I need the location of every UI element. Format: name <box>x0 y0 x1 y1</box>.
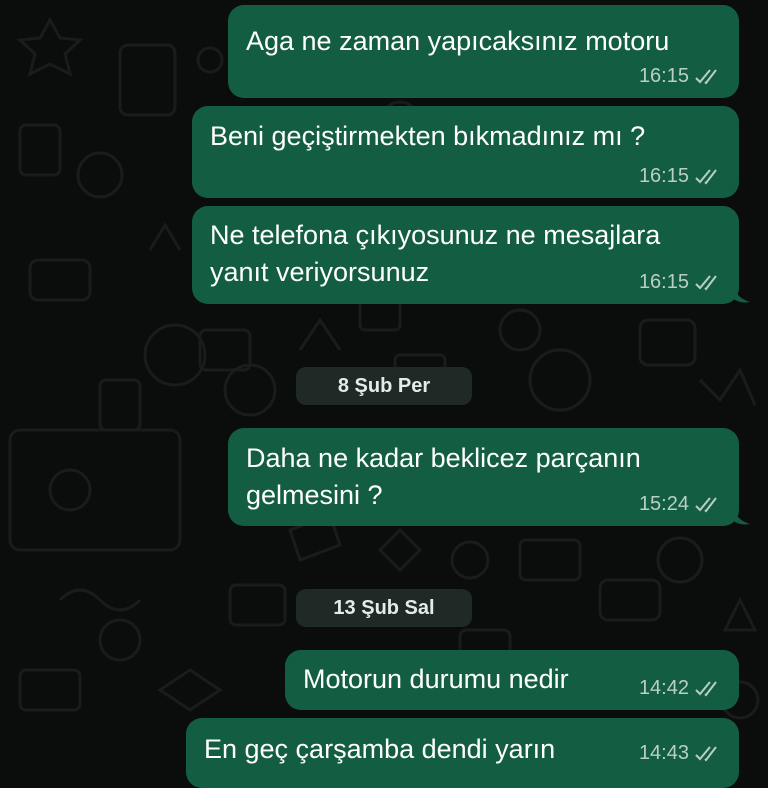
message-meta: 14:43 <box>639 742 723 765</box>
date-separator: 13 Şub Sal <box>296 589 472 627</box>
message-bubble[interactable]: Aga ne zaman yapıcaksınız motoru 16:15 <box>228 5 739 98</box>
double-check-icon <box>695 274 717 291</box>
message-text: En geç çarşamba dendi yarın <box>204 734 556 764</box>
message-time: 16:15 <box>638 271 689 293</box>
message-time: 15:24 <box>638 493 689 515</box>
message-text: Beni geçiştirmekten bıkmadınız mı ? <box>210 121 646 151</box>
double-check-icon <box>695 68 717 85</box>
date-separator: 8 Şub Per <box>296 367 472 405</box>
message-bubble[interactable]: Daha ne kadar beklicez parçanın gelmesin… <box>228 428 739 526</box>
message-bubble[interactable]: Ne telefona çıkıyosunuz ne mesajlara yan… <box>192 206 739 304</box>
double-check-icon <box>695 168 717 185</box>
double-check-icon <box>695 745 717 762</box>
bubble-tail <box>732 284 750 303</box>
message-time: 14:43 <box>638 742 689 764</box>
message-text: Ne telefona çıkıyosunuz ne mesajlara <box>210 220 661 250</box>
message-meta: 16:15 <box>639 65 723 88</box>
message-time: 14:42 <box>638 677 689 699</box>
double-check-icon <box>695 680 717 697</box>
double-check-icon <box>695 496 717 513</box>
message-text: gelmesini ? <box>246 480 383 510</box>
message-text: Motorun durumu nedir <box>303 664 569 694</box>
message-bubble[interactable]: En geç çarşamba dendi yarın 14:43 <box>186 718 739 788</box>
message-meta: 16:15 <box>639 271 723 294</box>
message-bubble[interactable]: Beni geçiştirmekten bıkmadınız mı ? 16:1… <box>192 106 739 198</box>
message-text: Aga ne zaman yapıcaksınız motoru <box>246 26 670 56</box>
bubble-tail <box>732 506 750 525</box>
message-text: Daha ne kadar beklicez parçanın <box>246 443 641 473</box>
message-time: 16:15 <box>638 165 689 187</box>
message-text: yanıt veriyorsunuz <box>210 257 430 287</box>
message-time: 16:15 <box>638 65 689 87</box>
message-meta: 14:42 <box>639 677 723 700</box>
message-meta: 16:15 <box>639 165 723 188</box>
message-meta: 15:24 <box>639 493 723 516</box>
message-bubble[interactable]: Motorun durumu nedir 14:42 <box>285 650 739 710</box>
